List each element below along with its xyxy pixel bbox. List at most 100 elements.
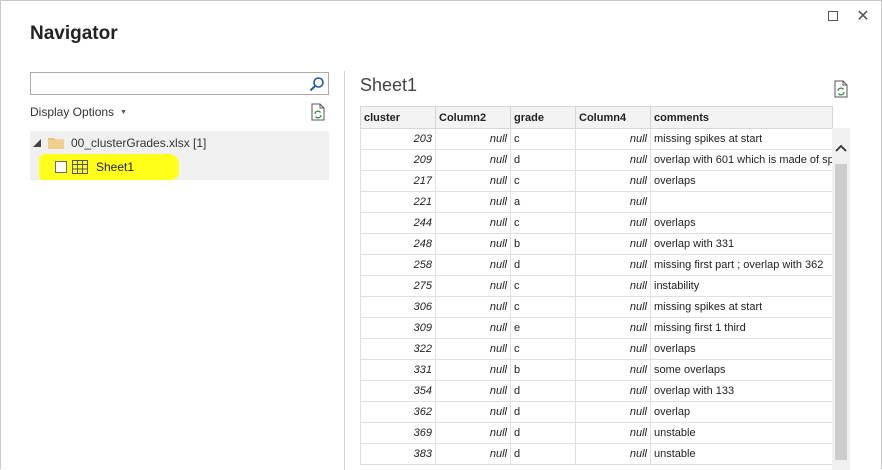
expand-triangle-icon[interactable] [33,139,41,147]
cell-column2: null [435,317,511,339]
display-options-dropdown[interactable]: Display Options ▼ [30,105,127,119]
cell-column2: null [435,191,511,213]
data-table: cluster Column2 grade Column4 comments 2… [360,106,833,465]
table-row: 369 null d null unstable [360,422,833,444]
column-header-column2[interactable]: Column2 [435,106,511,129]
cell-grade: c [510,128,576,150]
cell-grade: d [510,443,576,465]
cell-cluster: 369 [360,422,436,444]
cell-comments: missing first part ; overlap with 362 [650,254,833,276]
cell-grade: d [510,380,576,402]
maximize-icon [828,11,838,21]
cell-column4: null [575,443,651,465]
cell-column4: null [575,128,651,150]
cell-cluster: 221 [360,191,436,213]
column-header-comments[interactable]: comments [650,106,833,129]
cell-comments: overlap with 133 [650,380,833,402]
cell-grade: b [510,233,576,255]
cell-cluster: 362 [360,401,436,423]
table-row: 258 null d null missing first part ; overlap… [360,254,833,276]
cell-comments: overlaps [650,338,833,360]
cell-grade: d [510,254,576,276]
tree-item-file[interactable]: 00_clusterGrades.xlsx [1] [30,132,329,154]
cell-column4: null [575,233,651,255]
cell-comments: missing spikes at start [650,128,833,150]
cell-column4: null [575,149,651,171]
folder-icon [48,138,64,149]
table-row: 209 null d null overlap with 601 which is ma… [360,149,833,171]
table-row: 217 null c null overlaps [360,170,833,192]
cell-column4: null [575,191,651,213]
cell-cluster: 217 [360,170,436,192]
tree-item-sheet1[interactable]: Sheet1 [96,160,134,174]
pane-divider[interactable] [344,71,345,470]
cell-grade: d [510,401,576,423]
cell-comments: unstable [650,443,833,465]
column-header-cluster[interactable]: cluster [360,106,436,129]
cell-grade: d [510,422,576,444]
cell-column4: null [575,170,651,192]
scroll-thumb[interactable] [835,164,847,460]
cell-column2: null [435,128,511,150]
cell-cluster: 309 [360,317,436,339]
file-label: 00_clusterGrades.xlsx [1] [71,136,207,150]
preview-title: Sheet1 [360,75,418,95]
maximize-button[interactable] [823,7,843,25]
navigator-window: Navigator ✕ Display Options ▼ 00_clusterG… [0,0,882,470]
cell-column4: null [575,380,651,402]
cell-cluster: 244 [360,212,436,234]
cell-cluster: 354 [360,380,436,402]
refresh-icon[interactable] [310,103,326,121]
window-title: Navigator [30,23,118,44]
vertical-scrollbar[interactable] [832,128,850,470]
table-row: 244 null c null overlaps [360,212,833,234]
cell-column4: null [575,359,651,381]
cell-column2: null [435,401,511,423]
cell-grade: e [510,317,576,339]
column-header-grade[interactable]: grade [510,106,576,129]
cell-column4: null [575,212,651,234]
cell-cluster: 209 [360,149,436,171]
cell-comments: overlaps [650,170,833,192]
search-icon[interactable] [309,76,325,92]
cell-comments: overlap with 601 which is made of sp [650,149,833,171]
cell-column4: null [575,296,651,318]
cell-column2: null [435,233,511,255]
close-icon: ✕ [856,8,870,25]
cell-column4: null [575,422,651,444]
cell-comments: overlap [650,401,833,423]
cell-column4: null [575,401,651,423]
close-button[interactable]: ✕ [853,7,873,25]
cell-cluster: 331 [360,359,436,381]
column-header-column4[interactable]: Column4 [575,106,651,129]
scroll-up-icon[interactable] [835,143,847,153]
cell-column2: null [435,380,511,402]
cell-cluster: 203 [360,128,436,150]
cell-column4: null [575,338,651,360]
cell-grade: c [510,296,576,318]
header-row: cluster Column2 grade Column4 comments [360,106,833,129]
cell-cluster: 258 [360,254,436,276]
cell-grade: b [510,359,576,381]
cell-cluster: 306 [360,296,436,318]
cell-comments: instability [650,275,833,297]
refresh-preview-icon[interactable] [833,80,849,98]
table-row: 203 null c null missing spikes at start [360,128,833,150]
cell-grade: c [510,212,576,234]
cell-grade: c [510,275,576,297]
sheet1-checkbox[interactable] [55,161,67,173]
table-row: 354 null d null overlap with 133 [360,380,833,402]
cell-cluster: 383 [360,443,436,465]
cell-comments: some overlaps [650,359,833,381]
cell-comments: unstable [650,422,833,444]
table-row: 309 null e null missing first 1 third [360,317,833,339]
search-input[interactable] [31,73,301,94]
cell-comments: missing spikes at start [650,296,833,318]
cell-cluster: 248 [360,233,436,255]
cell-comments: missing first 1 third [650,317,833,339]
search-box [30,72,329,95]
cell-column2: null [435,422,511,444]
cell-column2: null [435,275,511,297]
cell-comments [650,191,833,213]
cell-column2: null [435,296,511,318]
